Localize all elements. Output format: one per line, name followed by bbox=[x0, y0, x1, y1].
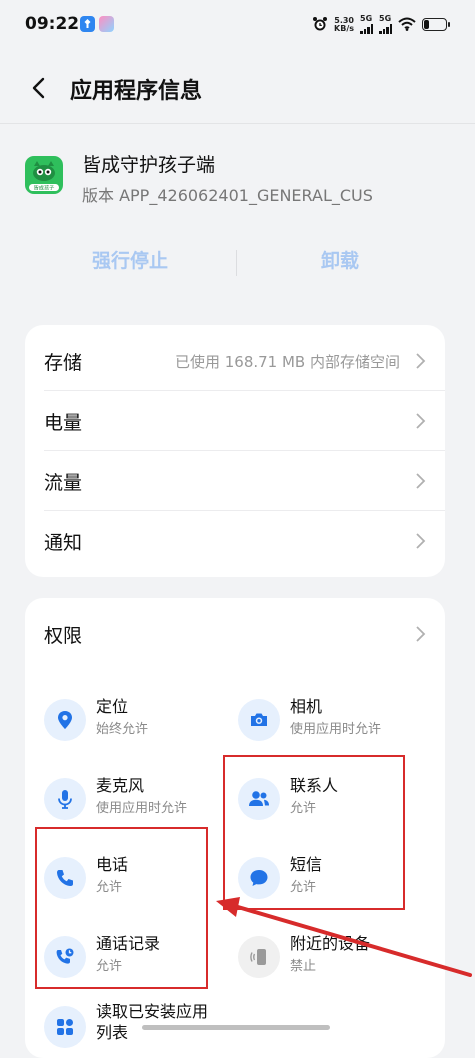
annotation-arrow bbox=[216, 897, 472, 977]
home-indicator[interactable] bbox=[142, 1025, 330, 1030]
